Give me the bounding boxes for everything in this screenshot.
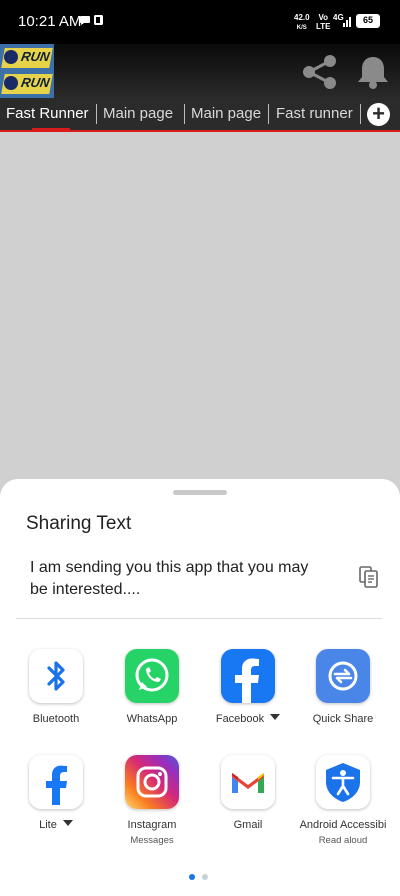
page-indicator (189, 867, 215, 885)
tab-separator (360, 104, 361, 124)
share-text-preview: I am sending you this app that you may b… (30, 559, 309, 598)
tab-bar: Fast Runner Main page Main page Fast run… (0, 98, 400, 132)
network-speed: 42.0 K/S (294, 13, 310, 31)
app-label: Android Accessibi (299, 819, 387, 831)
share-target-facebook-lite[interactable]: Lite (8, 755, 104, 831)
add-tab-icon[interactable]: + (367, 103, 390, 126)
dropdown-caret-icon[interactable] (270, 714, 281, 720)
volte-indicator: Vo LTE (316, 13, 331, 31)
status-bar: 10:21 AM 42.0 K/S Vo LTE 4G 65 (0, 0, 400, 44)
app-sublabel: Messages (130, 835, 174, 846)
bluetooth-icon (29, 649, 83, 703)
dropdown-caret-icon[interactable] (62, 820, 73, 826)
chat-notification-icon (80, 15, 103, 25)
app-sublabel: Read aloud (318, 835, 368, 846)
tab-fast-runner[interactable]: Fast Runner (6, 98, 89, 132)
share-target-quick-share[interactable]: Quick Share (295, 649, 391, 725)
share-sheet: Sharing Text I am sending you this app t… (0, 479, 400, 896)
share-target-gmail[interactable]: Gmail (200, 755, 296, 831)
app-label: Quick Share (312, 713, 374, 725)
share-target-whatsapp[interactable]: WhatsApp (104, 649, 200, 725)
share-target-facebook[interactable]: Facebook (200, 649, 296, 725)
accessibility-icon (316, 755, 370, 809)
share-target-instagram[interactable]: Instagram Messages (104, 755, 200, 846)
divider (16, 618, 382, 619)
app-label: Facebook (200, 713, 296, 725)
copy-icon[interactable] (358, 565, 380, 589)
status-time: 10:21 AM (18, 13, 82, 30)
facebook-lite-icon (29, 755, 83, 809)
drag-handle[interactable] (173, 490, 227, 495)
tab-fast-runner-2[interactable]: Fast runner (276, 98, 353, 130)
instagram-icon (125, 755, 179, 809)
app-label: Bluetooth (32, 713, 80, 725)
share-icon[interactable] (300, 54, 340, 90)
app-label: Lite (8, 819, 104, 831)
notification-bell-icon[interactable] (356, 54, 390, 90)
gmail-icon (221, 755, 275, 809)
notification-icons (80, 14, 106, 29)
quick-share-icon (316, 649, 370, 703)
share-target-android-accessibility[interactable]: Android Accessibi Read aloud (295, 755, 391, 846)
tab-separator (268, 104, 269, 124)
app-label: WhatsApp (126, 713, 178, 725)
tab-separator (184, 104, 185, 124)
share-target-bluetooth[interactable]: Bluetooth (8, 649, 104, 725)
tab-separator (96, 104, 97, 124)
tab-main-page[interactable]: Main page (103, 98, 173, 130)
facebook-icon (221, 649, 275, 703)
battery-icon: 65 (356, 14, 380, 28)
app-bar: RUN RUN (0, 44, 400, 98)
signal-icon (343, 14, 353, 32)
app-label: Instagram (127, 819, 177, 831)
active-tab-indicator (32, 128, 70, 132)
app-label: Gmail (233, 819, 263, 831)
whatsapp-icon (125, 649, 179, 703)
page-dot-active[interactable] (189, 874, 195, 880)
page-dot[interactable] (202, 874, 208, 880)
tab-main-page-2[interactable]: Main page (191, 98, 261, 130)
app-logo: RUN RUN (0, 44, 54, 98)
share-sheet-title: Sharing Text (26, 513, 132, 534)
